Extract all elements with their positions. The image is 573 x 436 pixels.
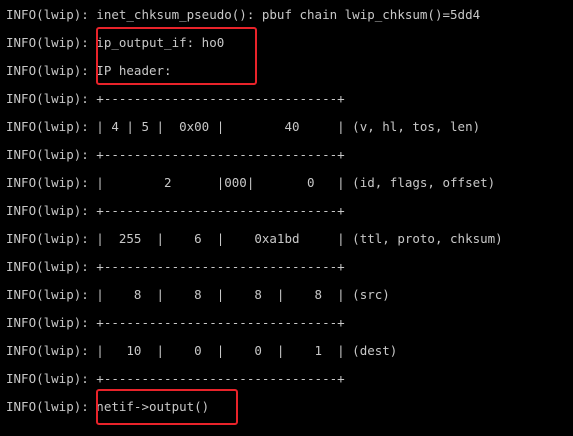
log-line-border: INFO(lwip): +---------------------------… (6, 203, 345, 218)
terminal-output[interactable]: INFO(lwip): inet_chksum_pseudo(): pbuf c… (0, 0, 573, 436)
highlight-box-netif-output (96, 389, 238, 425)
log-line-src-row: INFO(lwip): | 8 | 8 | 8 | 8 | (src) (6, 287, 390, 302)
log-line-border: INFO(lwip): +---------------------------… (6, 147, 345, 162)
log-line-checksum: INFO(lwip): inet_chksum_pseudo(): pbuf c… (6, 7, 481, 22)
log-line-border: INFO(lwip): +---------------------------… (6, 371, 345, 386)
log-line-version-row: INFO(lwip): | 4 | 5 | 0x00 | 40 | (v, hl… (6, 119, 481, 134)
highlight-box-ip-output (96, 27, 257, 85)
log-line-dest-row: INFO(lwip): | 10 | 0 | 0 | 1 | (dest) (6, 343, 398, 358)
log-line-ttl-row: INFO(lwip): | 255 | 6 | 0xa1bd | (ttl, p… (6, 231, 503, 246)
log-line-border: INFO(lwip): +---------------------------… (6, 259, 345, 274)
log-line-id-row: INFO(lwip): | 2 |000| 0 | (id, flags, of… (6, 175, 496, 190)
log-line-border: INFO(lwip): +---------------------------… (6, 91, 345, 106)
log-line-border: INFO(lwip): +---------------------------… (6, 315, 345, 330)
